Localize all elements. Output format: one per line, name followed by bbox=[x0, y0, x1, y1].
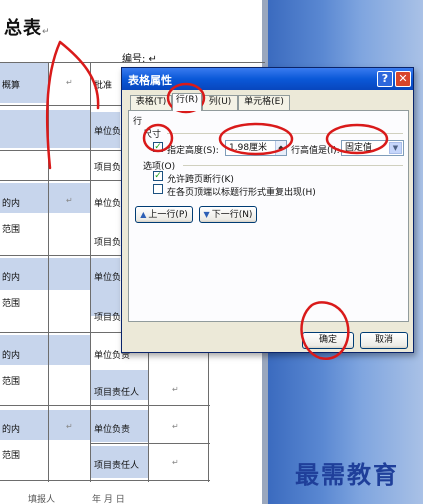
table-border bbox=[0, 405, 210, 406]
cell-mark: ↵ bbox=[66, 196, 73, 205]
cell-mark: ↵ bbox=[172, 385, 179, 394]
row-height-mode-label: 行高值是(I): bbox=[291, 146, 340, 156]
table-border bbox=[0, 255, 130, 256]
cell-label: 范围 bbox=[2, 377, 21, 387]
help-icon[interactable]: ? bbox=[377, 71, 393, 87]
dialog-titlebar[interactable]: 表格属性 ? ✕ bbox=[122, 68, 413, 90]
specify-height-checkbox[interactable]: ✓ bbox=[153, 142, 163, 152]
cell-label: 范围 bbox=[2, 225, 21, 235]
cancel-button[interactable]: 取消 bbox=[360, 332, 408, 349]
cell-label: 范围 bbox=[2, 451, 21, 461]
previous-row-button[interactable]: ▲ 上一行(P) bbox=[135, 206, 193, 223]
row-height-mode-select[interactable]: 固定值 ▼ bbox=[341, 140, 404, 156]
table-border bbox=[48, 62, 49, 482]
tab-table[interactable]: 表格(T) bbox=[130, 95, 172, 110]
footer-label: 填报人 bbox=[28, 495, 56, 504]
next-row-button[interactable]: ▼ 下一行(N) bbox=[199, 206, 257, 223]
allow-break-checkbox[interactable]: ✓ bbox=[153, 171, 163, 181]
cell-label: 单位负责 bbox=[94, 425, 131, 435]
cell-label: 范围 bbox=[2, 299, 21, 309]
table-border bbox=[90, 62, 91, 482]
table-border bbox=[0, 480, 210, 481]
arrow-up-icon: ▲ bbox=[140, 210, 147, 219]
section-row-label: 行 bbox=[133, 117, 143, 127]
tab-row[interactable]: 行(R) bbox=[172, 93, 202, 111]
row-tab-panel: 行 尺寸 ✓ 指定高度(S): 1.98厘米 ◆ 行高值是(I): 固定值 ▼ … bbox=[128, 110, 409, 322]
group-divider bbox=[183, 165, 403, 166]
cell-mark: ↵ bbox=[66, 422, 73, 431]
document-title: 总表↵ bbox=[4, 18, 51, 39]
table-border bbox=[0, 180, 130, 181]
table-border bbox=[0, 105, 130, 106]
dialog-title: 表格属性 bbox=[128, 74, 172, 87]
cell-mark: ↵ bbox=[172, 422, 179, 431]
table-border bbox=[0, 150, 130, 151]
ok-button[interactable]: 确定 bbox=[302, 332, 354, 349]
screenshot-stage: 总表↵ 编号: ↵ 概算 ↵ 批准 单位负责 项目负责人 的内 ↵ 单位负责 范… bbox=[0, 0, 423, 504]
table-border bbox=[0, 62, 265, 63]
table-properties-dialog: 表格属性 ? ✕ 表格(T) 行(R) 列(U) 单元格(E) 行 尺寸 ✓ 指… bbox=[121, 67, 414, 353]
repeat-header-checkbox[interactable] bbox=[153, 184, 163, 194]
cell-label: 项目责任人 bbox=[94, 388, 140, 398]
cell-mark: ↵ bbox=[172, 458, 179, 467]
table-border bbox=[0, 332, 130, 333]
cell-label: 概算 bbox=[2, 81, 21, 91]
watermark-logo: 最需教育 bbox=[295, 460, 399, 489]
size-group-label: 尺寸 bbox=[143, 130, 162, 140]
tab-cell[interactable]: 单元格(E) bbox=[238, 95, 290, 110]
tab-column[interactable]: 列(U) bbox=[202, 95, 238, 110]
cell-label: 的内 bbox=[2, 199, 21, 209]
close-icon[interactable]: ✕ bbox=[395, 71, 411, 87]
cell-label: 的内 bbox=[2, 273, 21, 283]
cell-label: 项目责任人 bbox=[94, 461, 140, 471]
cell-label: 批准 bbox=[94, 81, 113, 91]
table-cell bbox=[0, 110, 90, 148]
table-border bbox=[90, 443, 210, 444]
chevron-down-icon[interactable]: ▼ bbox=[389, 142, 402, 154]
annotation-stroke bbox=[45, 40, 100, 170]
table-cell bbox=[90, 258, 120, 316]
height-spinner-icon[interactable]: ◆ bbox=[275, 141, 286, 155]
cell-mark: ↵ bbox=[66, 78, 73, 87]
cell-label: 的内 bbox=[2, 351, 21, 361]
allow-break-label: 允许跨页断行(K) bbox=[167, 175, 234, 185]
group-divider bbox=[167, 133, 403, 134]
specify-height-label: 指定高度(S): bbox=[167, 146, 219, 156]
cell-label: 的内 bbox=[2, 425, 21, 435]
arrow-down-icon: ▼ bbox=[203, 210, 210, 219]
footer-date: 年 月 日 bbox=[92, 495, 125, 504]
repeat-header-label: 在各页顶端以标题行形式重复出现(H) bbox=[167, 188, 316, 198]
